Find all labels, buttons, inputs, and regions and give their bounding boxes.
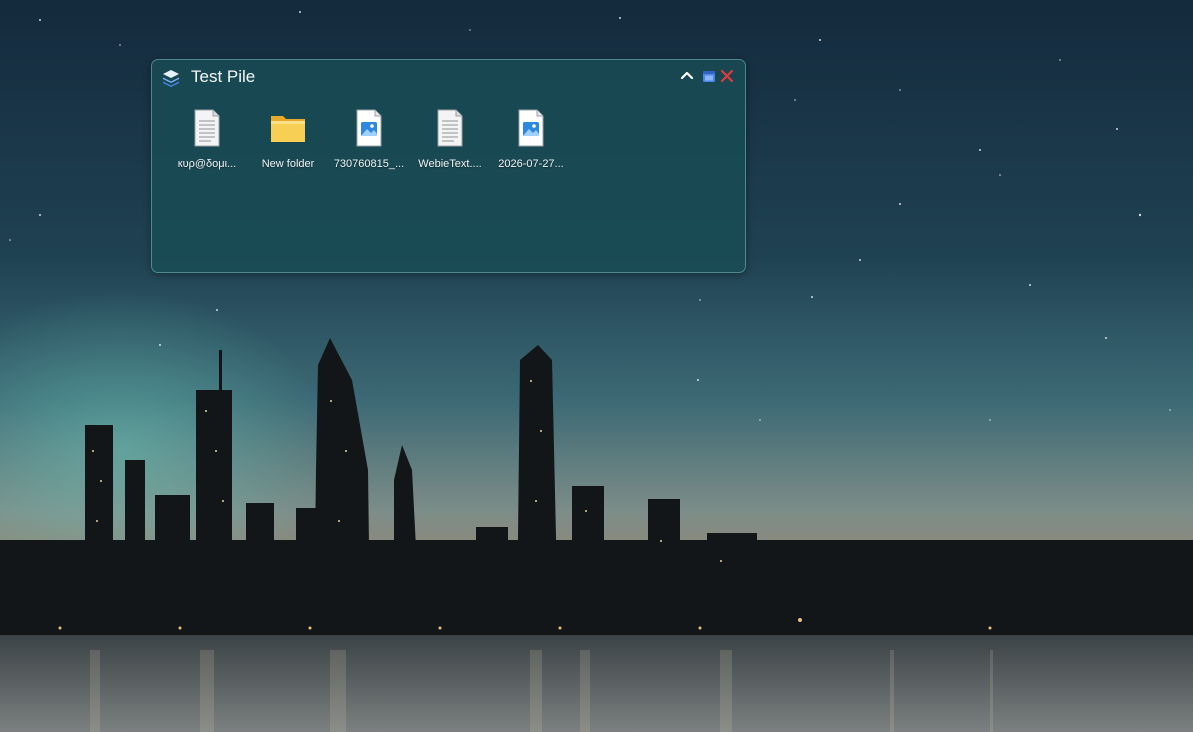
folder-icon [271, 108, 305, 148]
pile-item-label: WebieText.... [418, 158, 482, 170]
pile-item-label: New folder [261, 158, 315, 170]
test-pile-widget[interactable]: Test Pile кυρ@δομι... New folder 7307608… [151, 59, 746, 273]
close-icon[interactable] [719, 68, 735, 84]
pile-item-label: кυρ@δομι... [177, 158, 237, 170]
pile-item-text-file[interactable]: WebieText.... [411, 108, 489, 178]
window-icon[interactable] [701, 68, 717, 84]
pile-item-text-file[interactable]: кυρ@δομι... [168, 108, 246, 178]
image-file-icon [353, 108, 385, 148]
desktop[interactable]: Test Pile кυρ@δομι... New folder 7307608… [0, 0, 1193, 732]
pile-item-image-file[interactable]: 2026-07-27... [492, 108, 570, 178]
pile-item-label: 730760815_... [333, 158, 405, 170]
image-file-icon [515, 108, 547, 148]
text-document-icon [191, 108, 223, 148]
pile-title: Test Pile [191, 67, 256, 86]
text-document-icon [434, 108, 466, 148]
pile-items: кυρ@δομι... New folder 730760815_... Web… [168, 108, 728, 178]
pile-item-folder[interactable]: New folder [249, 108, 327, 178]
pile-item-image-file[interactable]: 730760815_... [330, 108, 408, 178]
pile-header[interactable]: Test Pile [152, 60, 745, 94]
chevron-up-icon[interactable] [679, 68, 695, 84]
stacked-layers-icon [161, 68, 181, 88]
pile-item-label: 2026-07-27... [498, 158, 564, 170]
pile-controls [669, 68, 739, 86]
